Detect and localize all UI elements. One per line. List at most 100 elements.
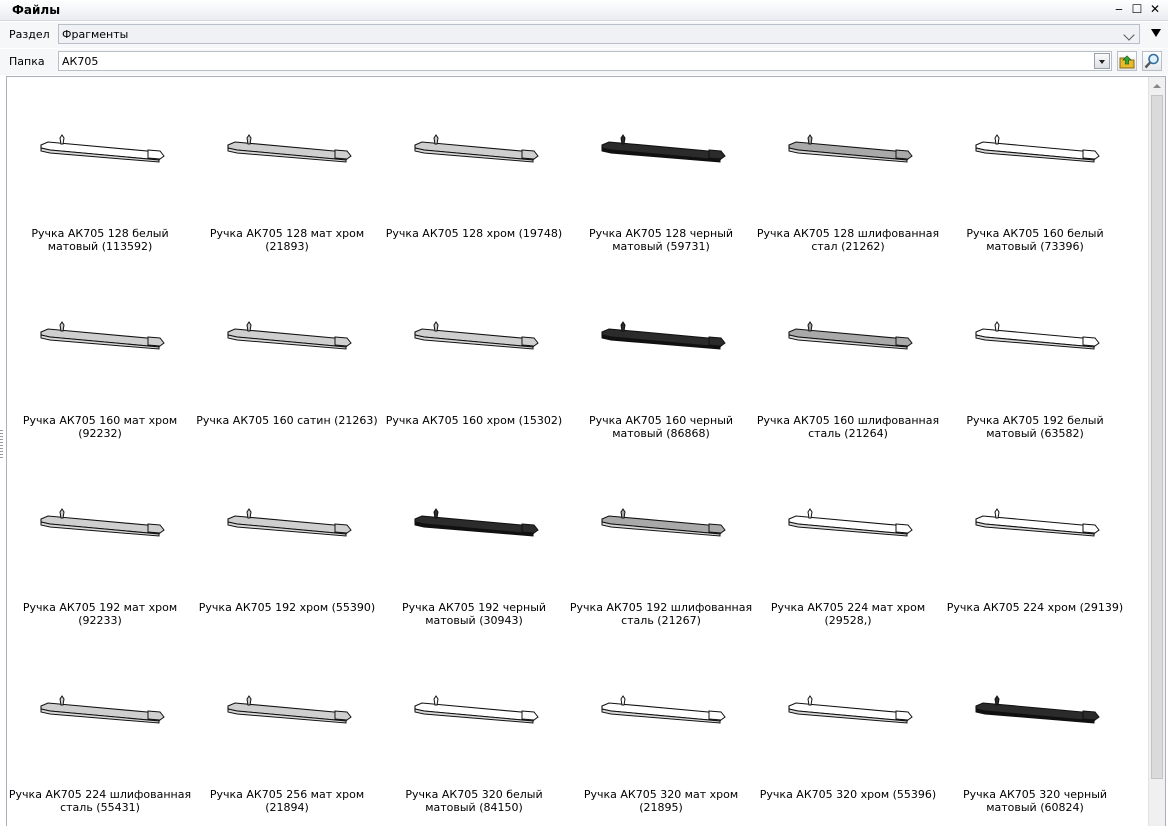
handle-shape	[620, 321, 626, 332]
panel-menu-icon[interactable]	[1151, 29, 1161, 37]
handle-shape	[895, 149, 913, 160]
fragment-caption: Ручка АК705 192 мат хром (92233)	[22, 601, 178, 627]
handle-shape	[620, 508, 626, 519]
handle-shape	[994, 508, 1000, 519]
folder-up-button[interactable]	[1117, 51, 1137, 71]
handle-shape	[334, 523, 352, 534]
fragment-item[interactable]: Ручка АК705 128 черный матовый (59731)	[568, 77, 754, 264]
handle-shape	[807, 695, 813, 706]
fragment-item[interactable]: Ручка АК705 224 шлифованная сталь (55431…	[7, 638, 193, 825]
handle-thumbnail	[788, 134, 913, 163]
handle-shape	[147, 523, 165, 534]
fragment-item[interactable]: Ручка АК705 128 белый матовый (113592)	[7, 77, 193, 264]
fragment-item[interactable]: Ручка АК705 160 сатин (21263)	[194, 264, 380, 451]
section-select-value: Фрагменты	[62, 28, 129, 41]
handle-thumbnail	[601, 134, 726, 163]
fragment-caption: Ручка АК705 224 шлифованная сталь (55431…	[8, 788, 192, 814]
handle-shape	[708, 523, 726, 534]
close-button[interactable]: ✕	[1148, 2, 1162, 16]
fragment-item[interactable]: Ручка АК705 320 хром (55396)	[755, 638, 941, 825]
maximize-button[interactable]: ☐	[1130, 2, 1144, 16]
fragment-item[interactable]: Ручка АК705 320 черный матовый (60824)	[942, 638, 1128, 825]
dropdown-arrow-icon[interactable]	[1094, 53, 1110, 69]
fragment-item[interactable]: Ручка АК705 320 белый матовый (84150)	[381, 638, 567, 825]
section-select[interactable]: Фрагменты	[58, 24, 1140, 44]
handle-shape	[334, 149, 352, 160]
handle-shape	[246, 508, 252, 519]
fragment-item[interactable]: Ручка АК705 160 шлифованная сталь (21264…	[755, 264, 941, 451]
fragment-item[interactable]: Ручка АК705 192 мат хром (92233)	[7, 451, 193, 638]
fragment-caption: Ручка АК705 160 черный матовый (86868)	[588, 414, 734, 440]
handle-shape	[521, 336, 539, 347]
fragment-caption: Ручка АК705 128 черный матовый (59731)	[588, 227, 734, 253]
fragment-item[interactable]: Ручка АК705 160 хром (15302)	[381, 264, 567, 451]
fragment-item[interactable]: Ручка АК705 128 мат хром (21893)	[194, 77, 380, 264]
minimize-button[interactable]: ‒	[1112, 2, 1126, 16]
fragment-item[interactable]: Ручка АК705 224 хром (29139)	[942, 451, 1128, 638]
fragment-caption: Ручка АК705 320 черный матовый (60824)	[962, 788, 1108, 814]
chevron-down-icon	[1123, 29, 1135, 41]
handle-shape	[895, 710, 913, 721]
fragment-item[interactable]: Ручка АК705 192 белый матовый (63582)	[942, 264, 1128, 451]
handle-shape	[246, 695, 252, 706]
handle-thumbnail	[975, 508, 1100, 537]
fragment-caption: Ручка АК705 128 белый матовый (113592)	[31, 227, 169, 253]
handle-thumbnail	[601, 321, 726, 350]
handle-shape	[147, 336, 165, 347]
handle-thumbnail	[788, 508, 913, 537]
handle-thumbnail	[788, 695, 913, 724]
fragment-item[interactable]: Ручка АК705 192 хром (55390)	[194, 451, 380, 638]
splitter-grip[interactable]	[0, 430, 3, 460]
handle-thumbnail	[414, 134, 539, 163]
fragment-item[interactable]: Ручка АК705 192 шлифованная сталь (21267…	[568, 451, 754, 638]
fragment-item[interactable]: Ручка АК705 224 мат хром (29528,)	[755, 451, 941, 638]
handle-thumbnail	[414, 321, 539, 350]
fragment-item[interactable]: Ручка АК705 160 черный матовый (86868)	[568, 264, 754, 451]
handle-thumbnail	[227, 321, 352, 350]
fragment-caption: Ручка АК705 224 мат хром (29528,)	[770, 601, 926, 627]
handle-shape	[895, 523, 913, 534]
handle-thumbnail	[40, 508, 165, 537]
handle-thumbnail	[414, 508, 539, 537]
handle-shape	[433, 321, 439, 332]
handle-thumbnail	[40, 695, 165, 724]
handle-shape	[334, 336, 352, 347]
fragment-item[interactable]: Ручка АК705 192 черный матовый (30943)	[381, 451, 567, 638]
handle-shape	[620, 134, 626, 145]
vertical-scrollbar[interactable]	[1148, 77, 1165, 826]
handle-shape	[1082, 523, 1100, 534]
fragment-item[interactable]: Ручка АК705 128 хром (19748)	[381, 77, 567, 264]
handle-shape	[147, 710, 165, 721]
handle-thumbnail	[227, 134, 352, 163]
fragment-item[interactable]: Ручка АК705 160 белый матовый (73396)	[942, 77, 1128, 264]
handle-shape	[708, 336, 726, 347]
handle-shape	[246, 321, 252, 332]
fragment-caption: Ручка АК705 128 хром (19748)	[385, 227, 563, 240]
handle-shape	[708, 149, 726, 160]
section-row: Раздел Фрагменты	[0, 22, 1168, 48]
fragment-caption: Ручка АК705 160 белый матовый (73396)	[966, 227, 1104, 253]
handle-shape	[521, 149, 539, 160]
fragment-item[interactable]: Ручка АК705 128 шлифованная стал (21262)	[755, 77, 941, 264]
handle-shape	[895, 336, 913, 347]
folder-label: Папка	[9, 55, 45, 68]
fragment-item[interactable]: Ручка АК705 320 мат хром (21895)	[568, 638, 754, 825]
fragment-caption: Ручка АК705 320 белый матовый (84150)	[405, 788, 543, 814]
search-button[interactable]	[1142, 51, 1162, 71]
fragment-caption: Ручка АК705 320 хром (55396)	[759, 788, 937, 801]
scroll-thumb[interactable]	[1151, 95, 1163, 779]
handle-thumbnail	[601, 695, 726, 724]
fragment-item[interactable]: Ручка АК705 160 мат хром (92232)	[7, 264, 193, 451]
handle-shape	[433, 695, 439, 706]
scroll-up-icon[interactable]	[1153, 84, 1161, 88]
handle-shape	[807, 134, 813, 145]
handle-thumbnail	[227, 508, 352, 537]
fragment-caption: Ручка АК705 160 мат хром (92232)	[22, 414, 178, 440]
folder-select[interactable]: АК705	[58, 51, 1112, 71]
handle-shape	[807, 508, 813, 519]
fragment-caption: Ручка АК705 224 хром (29139)	[946, 601, 1124, 614]
fragment-item[interactable]: Ручка АК705 256 мат хром (21894)	[194, 638, 380, 825]
fragment-grid: Ручка АК705 128 белый матовый (113592) Ру…	[6, 76, 1166, 826]
folder-select-value: АК705	[62, 55, 99, 68]
handle-shape	[433, 508, 439, 519]
